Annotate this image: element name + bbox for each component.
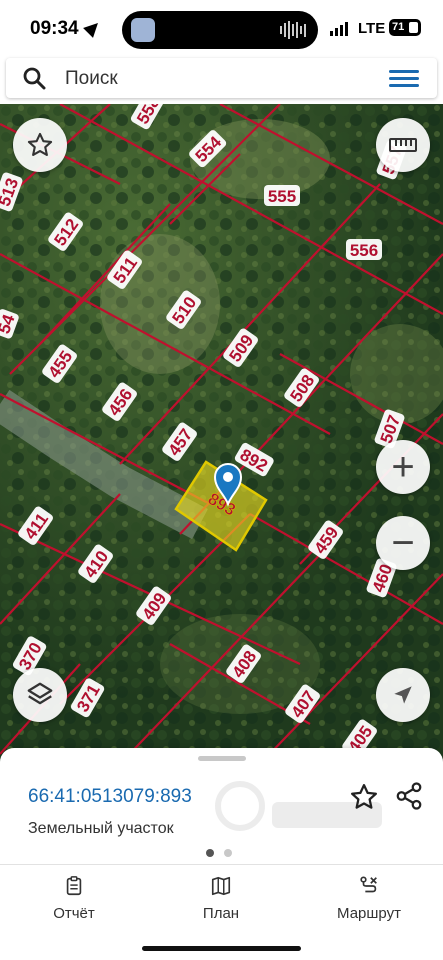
zoom-in-button[interactable]: + xyxy=(376,440,430,494)
favorite-star-icon[interactable] xyxy=(349,782,379,812)
my-location-button[interactable] xyxy=(376,668,430,722)
search-bar[interactable]: Поиск xyxy=(6,58,437,98)
bottom-tab-bar: Отчёт План Маршрут xyxy=(0,864,443,928)
search-icon[interactable] xyxy=(22,66,46,90)
layers-icon xyxy=(27,682,53,705)
app-thumbnail-icon xyxy=(131,18,155,42)
home-indicator xyxy=(142,946,301,951)
plus-icon: + xyxy=(391,445,415,489)
share-icon[interactable] xyxy=(394,781,424,811)
layers-button[interactable] xyxy=(13,668,67,722)
status-bar: 09:34 LTE 71 xyxy=(0,0,443,58)
page-dot xyxy=(224,849,232,857)
plot-label-555[interactable]: 555 xyxy=(264,185,300,206)
zoom-out-button[interactable]: − xyxy=(376,516,430,570)
status-time: 09:34 xyxy=(30,18,79,39)
network-type: LTE xyxy=(358,20,386,37)
sheet-grabber[interactable] xyxy=(198,756,246,761)
plot-number: 556 xyxy=(350,241,378,260)
navigation-arrow-icon xyxy=(394,686,412,704)
plot-type-label: Земельный участок xyxy=(28,820,174,837)
ruler-icon xyxy=(389,138,417,152)
tab-plan[interactable]: План xyxy=(166,875,276,922)
hamburger-menu-icon[interactable] xyxy=(389,70,419,88)
tab-plan-label: План xyxy=(202,905,240,922)
star-icon xyxy=(27,132,53,156)
map-plan-icon xyxy=(211,876,231,896)
report-icon xyxy=(66,876,82,896)
tab-route[interactable]: Маршрут xyxy=(314,875,424,922)
tab-report-label: Отчёт xyxy=(53,905,95,922)
battery-icon: 71 xyxy=(389,19,421,36)
tab-route-label: Маршрут xyxy=(337,905,401,922)
cellular-signal-icon xyxy=(330,22,348,36)
location-arrow-icon xyxy=(83,18,103,38)
route-icon xyxy=(360,876,377,893)
audio-wave-icon xyxy=(280,21,306,39)
dynamic-island[interactable] xyxy=(122,11,318,49)
search-input[interactable]: Поиск xyxy=(65,68,118,90)
favorite-map-button[interactable] xyxy=(13,118,67,172)
map-view[interactable]: 5585545555565575135125115105095085075445… xyxy=(0,104,443,764)
plot-info-sheet[interactable]: 66:41:0513079:893 Земельный участок Отчё… xyxy=(0,748,443,960)
minus-icon: − xyxy=(391,521,415,565)
tab-report[interactable]: Отчёт xyxy=(19,875,129,922)
battery-level: 71 xyxy=(392,21,405,33)
page-dot-active xyxy=(206,849,214,857)
satellite-map[interactable]: 5585545555565575135125115105095085075445… xyxy=(0,104,443,764)
plot-number: 555 xyxy=(268,187,296,206)
page-indicator xyxy=(206,849,232,857)
ruler-button[interactable] xyxy=(376,118,430,172)
cadastral-number-link[interactable]: 66:41:0513079:893 xyxy=(28,786,192,808)
plot-label-556[interactable]: 556 xyxy=(346,239,382,260)
